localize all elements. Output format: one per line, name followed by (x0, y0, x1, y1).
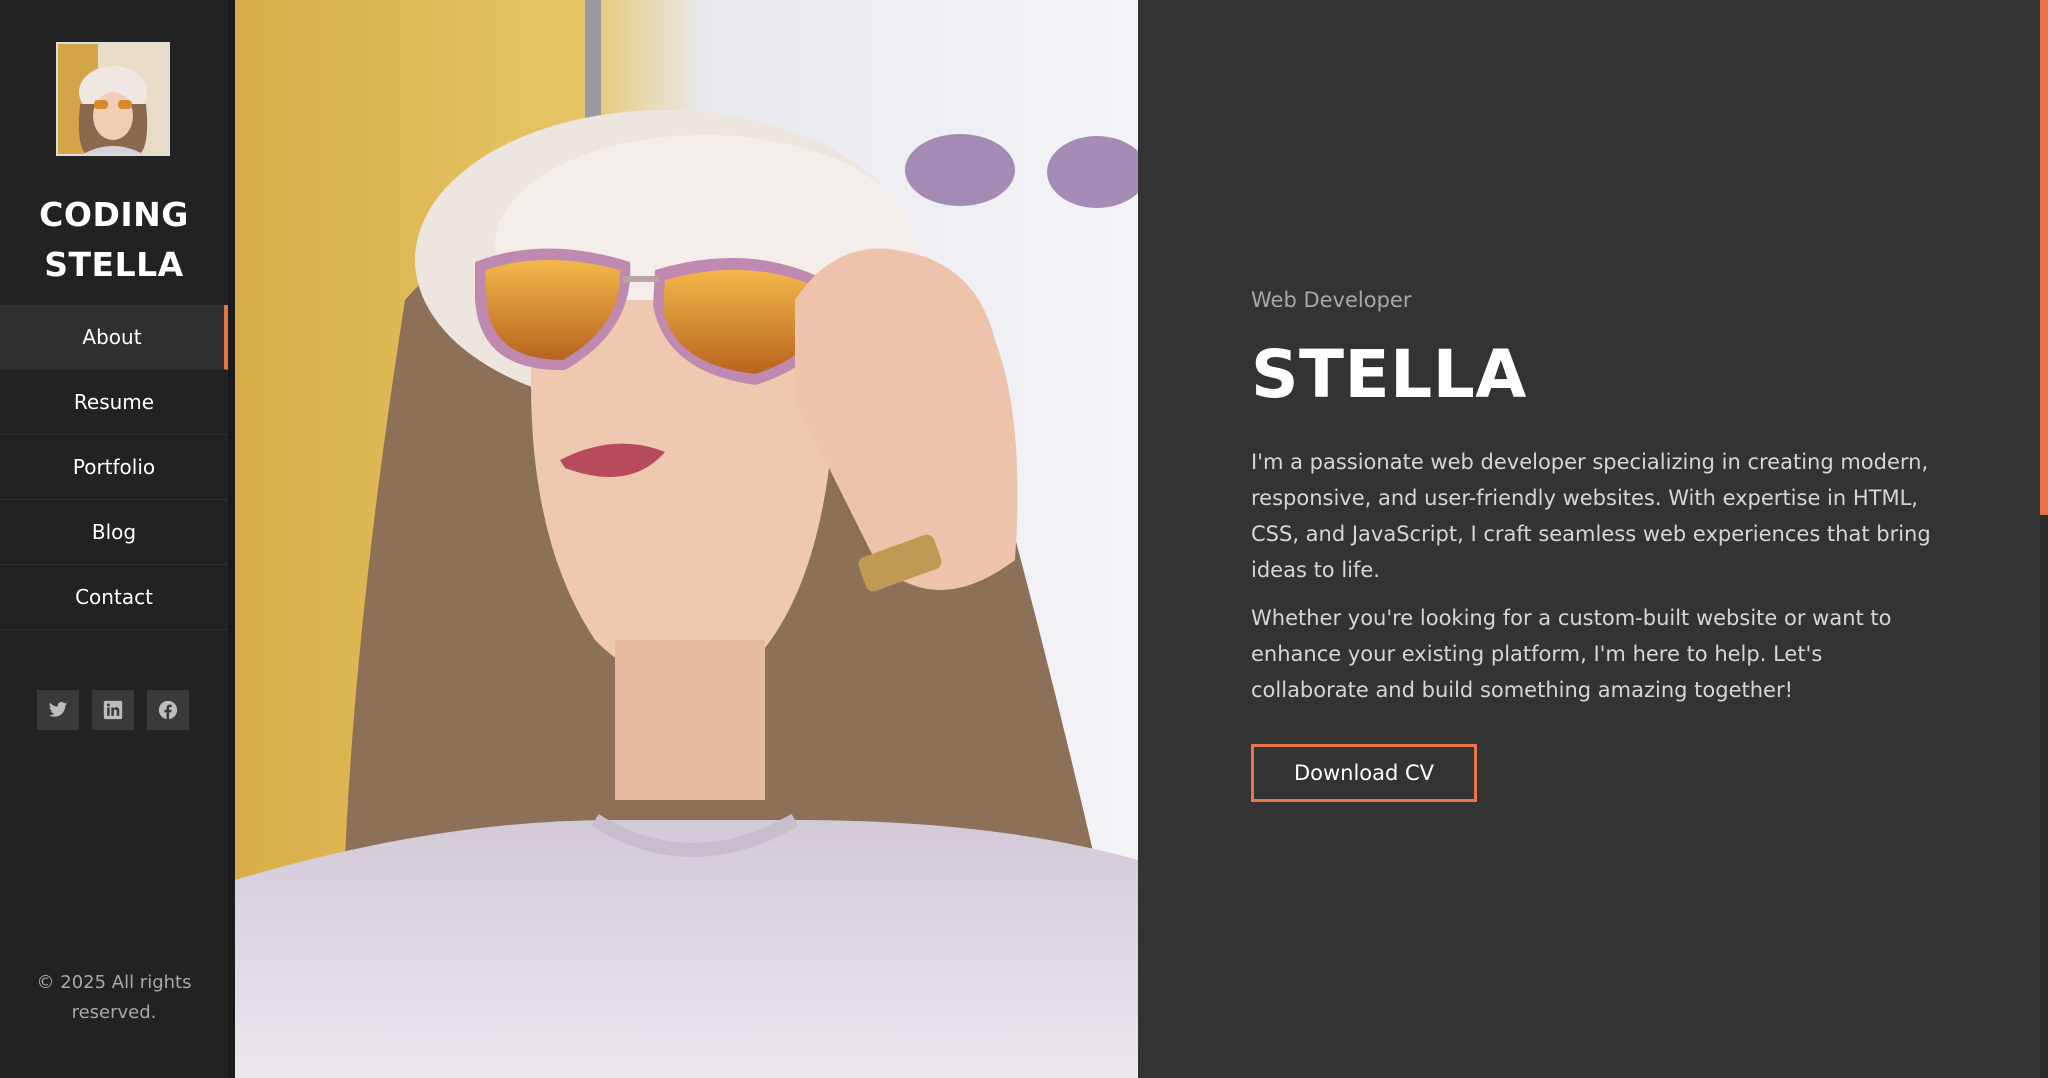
site-logo[interactable]: CODING STELLA (0, 190, 228, 290)
role-subtitle: Web Developer (1251, 288, 1412, 312)
facebook-icon (158, 700, 178, 720)
sidebar-item-resume[interactable]: Resume (0, 370, 228, 435)
sidebar-item-blog[interactable]: Blog (0, 500, 228, 565)
sidebar-divider (228, 0, 235, 1078)
scrollbar[interactable] (2040, 0, 2048, 1078)
intro-paragraph: I'm a passionate web developer specializ… (1251, 450, 1931, 582)
collaborate-paragraph: Whether you're looking for a custom-buil… (1251, 606, 1892, 702)
logo-line-1: CODING (39, 195, 189, 234)
sidebar-item-portfolio[interactable]: Portfolio (0, 435, 228, 500)
sidebar-nav: About Resume Portfolio Blog Contact (0, 305, 228, 630)
about-section: Web Developer STELLA I'm a passionate we… (1251, 288, 1931, 802)
hero-photo (235, 0, 1138, 1078)
avatar[interactable] (56, 42, 170, 156)
sidebar-item-contact[interactable]: Contact (0, 565, 228, 630)
hero-portrait-image (235, 0, 1138, 1078)
sidebar-item-about[interactable]: About (0, 305, 228, 370)
page-title: STELLA (1251, 336, 1527, 413)
scrollbar-thumb[interactable] (2040, 0, 2048, 515)
sidebar: CODING STELLA About Resume Portfolio Blo… (0, 0, 228, 1078)
linkedin-icon (103, 700, 123, 720)
linkedin-link[interactable] (92, 690, 134, 730)
social-links (37, 690, 189, 730)
avatar-portrait-image (58, 44, 168, 154)
download-cv-button[interactable]: Download CV (1251, 744, 1477, 802)
copyright-text: © 2025 All rights reserved. (36, 972, 192, 1023)
facebook-link[interactable] (147, 690, 189, 730)
twitter-icon (48, 702, 68, 717)
twitter-link[interactable] (37, 690, 79, 730)
logo-line-2: STELLA (44, 245, 184, 284)
